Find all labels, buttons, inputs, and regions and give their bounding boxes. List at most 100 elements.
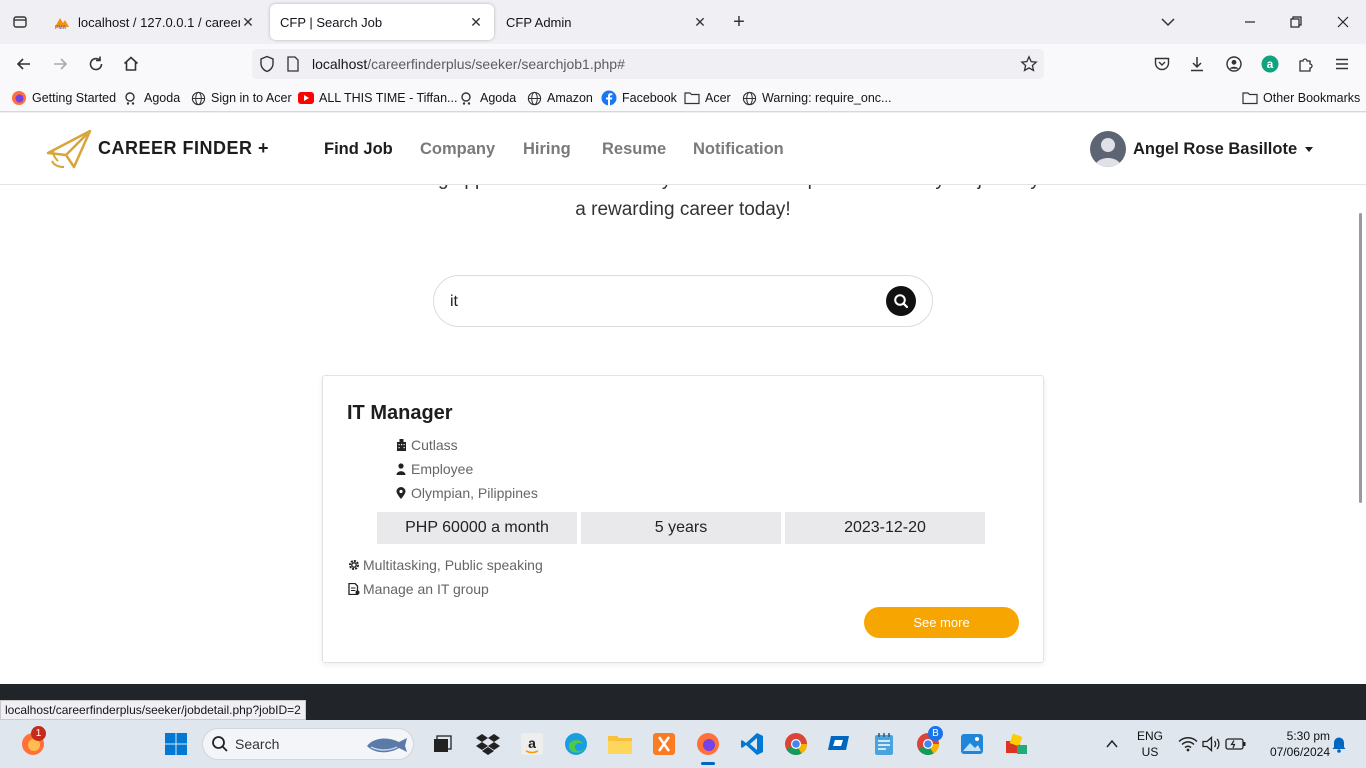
tab-cfp-admin[interactable]: CFP Admin ✕ xyxy=(496,4,718,40)
profile-badge: B xyxy=(928,726,943,741)
notepad-icon[interactable] xyxy=(870,730,898,758)
paper-plane-logo-icon[interactable] xyxy=(44,127,94,171)
language-code: ENG xyxy=(1136,729,1163,743)
extensions-puzzle-icon[interactable] xyxy=(1296,54,1316,74)
forward-icon[interactable] xyxy=(50,54,70,74)
xampp-icon[interactable] xyxy=(650,730,678,758)
firefox-taskbar-icon[interactable]: 1 xyxy=(19,726,47,758)
language-indicator[interactable]: ENG US xyxy=(1134,728,1166,760)
firefox-icon xyxy=(11,90,27,106)
bookmark-youtube[interactable]: ALL THIS TIME - Tiffan... xyxy=(298,90,457,106)
bookmark-label: Sign in to Acer xyxy=(211,91,292,105)
page-scrollbar[interactable] xyxy=(1359,213,1362,503)
bookmark-amazon[interactable]: Amazon xyxy=(526,90,593,106)
new-tab-button[interactable]: + xyxy=(728,12,750,34)
photos-icon[interactable] xyxy=(958,730,986,758)
tab-title: CFP | Search Job xyxy=(280,14,383,30)
bookmark-agoda-2[interactable]: Agoda xyxy=(459,90,516,106)
brand-name[interactable]: CAREER FINDER + xyxy=(98,138,269,159)
bookmark-label: Acer xyxy=(705,91,731,105)
amazon-icon[interactable]: a xyxy=(518,730,546,758)
job-skills: Multitasking, Public speaking xyxy=(347,557,543,573)
remote-desktop-icon[interactable] xyxy=(826,730,854,758)
bookmark-label: Warning: require_onc... xyxy=(762,91,892,105)
employment-type: Employee xyxy=(411,461,474,477)
active-app-indicator xyxy=(701,762,715,765)
battery-icon[interactable] xyxy=(1222,730,1250,758)
reload-icon[interactable] xyxy=(86,54,106,74)
close-window-icon[interactable] xyxy=(1333,12,1353,32)
search-input[interactable] xyxy=(450,288,880,316)
bookmark-label: Agoda xyxy=(480,91,517,105)
menu-hamburger-icon[interactable] xyxy=(1332,54,1352,74)
bookmark-acer-folder[interactable]: Acer xyxy=(684,90,731,106)
svg-text:a: a xyxy=(1267,57,1274,71)
page-icon[interactable] xyxy=(286,56,300,77)
nav-resume[interactable]: Resume xyxy=(602,140,666,159)
home-icon[interactable] xyxy=(121,54,141,74)
close-tab-icon[interactable]: ✕ xyxy=(692,14,708,30)
bookmark-sign-in-acer[interactable]: Sign in to Acer xyxy=(190,90,292,106)
document-icon xyxy=(347,583,360,596)
user-profile-menu[interactable]: Angel Rose Basillote xyxy=(1090,131,1314,167)
back-icon[interactable] xyxy=(14,54,34,74)
clock-date: 07/06/2024 xyxy=(1269,745,1330,759)
chrome-profile-icon[interactable]: B xyxy=(914,726,943,758)
chevron-down-icon[interactable] xyxy=(1158,12,1178,32)
tab-search-job[interactable]: CFP | Search Job ✕ xyxy=(270,4,494,40)
bookmark-getting-started[interactable]: Getting Started xyxy=(11,90,116,106)
firefox-taskbar-running-icon[interactable] xyxy=(694,730,722,758)
nav-find-job[interactable]: Find Job xyxy=(324,140,393,159)
bookmark-label: Amazon xyxy=(547,91,593,105)
tab-title: localhost / 127.0.0.1 / careerfinderplus xyxy=(78,14,240,30)
nav-hiring[interactable]: Hiring xyxy=(523,140,571,159)
job-location: Olympian, Pilippines xyxy=(395,485,538,501)
nav-company[interactable]: Company xyxy=(420,140,495,159)
bookmark-warning[interactable]: Warning: require_onc... xyxy=(741,90,891,106)
account-icon[interactable] xyxy=(1224,54,1244,74)
person-badge-icon xyxy=(395,463,407,475)
facebook-icon xyxy=(601,90,617,106)
search-button[interactable] xyxy=(886,286,916,316)
search-icon xyxy=(894,294,909,309)
close-tab-icon[interactable]: ✕ xyxy=(468,14,484,30)
nav-notification[interactable]: Notification xyxy=(693,140,784,159)
edge-icon[interactable] xyxy=(562,730,590,758)
bell-icon[interactable] xyxy=(1325,730,1353,758)
folder-icon xyxy=(684,90,700,106)
youtube-icon xyxy=(298,90,314,106)
user-name: Angel Rose Basillote xyxy=(1133,139,1298,158)
salary-chip: PHP 60000 a month xyxy=(377,512,577,544)
chevron-up-icon[interactable] xyxy=(1098,730,1126,758)
bookmark-star-icon[interactable] xyxy=(1020,55,1038,78)
taskbar-search[interactable]: Search xyxy=(202,728,414,760)
bookmarks-toolbar: Getting Started Agoda Sign in to Acer AL… xyxy=(0,84,1366,112)
bookmark-facebook[interactable]: Facebook xyxy=(601,90,677,106)
task-view-icon[interactable] xyxy=(427,730,455,758)
download-icon[interactable] xyxy=(1187,54,1207,74)
shield-icon[interactable] xyxy=(258,55,276,78)
chrome-icon[interactable] xyxy=(782,730,810,758)
see-more-button[interactable]: See more xyxy=(864,607,1019,638)
windows-start-icon[interactable] xyxy=(162,730,190,758)
bookmark-label: Getting Started xyxy=(32,91,117,105)
restore-icon[interactable] xyxy=(1286,12,1306,32)
bookmark-label: ALL THIS TIME - Tiffan... xyxy=(319,91,458,105)
url-text[interactable]: localhost/careerfinderplus/seeker/search… xyxy=(312,56,625,72)
file-explorer-icon[interactable] xyxy=(606,730,634,758)
tab-phpmyadmin[interactable]: PMA localhost / 127.0.0.1 / careerfinder… xyxy=(44,4,266,40)
minimize-icon[interactable] xyxy=(1240,12,1260,32)
extension-a-icon[interactable]: a xyxy=(1260,54,1280,74)
address-bar[interactable]: localhost/careerfinderplus/seeker/search… xyxy=(252,49,1044,79)
vscode-icon[interactable] xyxy=(738,730,766,758)
dropbox-icon[interactable] xyxy=(474,730,502,758)
tab-list-icon[interactable] xyxy=(8,10,32,34)
installer-app-icon[interactable] xyxy=(1002,730,1030,758)
pocket-icon[interactable] xyxy=(1152,54,1172,74)
bookmark-agoda[interactable]: Agoda xyxy=(123,90,180,106)
clock[interactable]: 5:30 pm 07/06/2024 xyxy=(1256,728,1330,760)
folder-icon xyxy=(1242,90,1258,106)
other-bookmarks[interactable]: Other Bookmarks xyxy=(1242,90,1360,106)
close-tab-icon[interactable]: ✕ xyxy=(240,14,256,30)
globe-icon xyxy=(190,90,206,106)
